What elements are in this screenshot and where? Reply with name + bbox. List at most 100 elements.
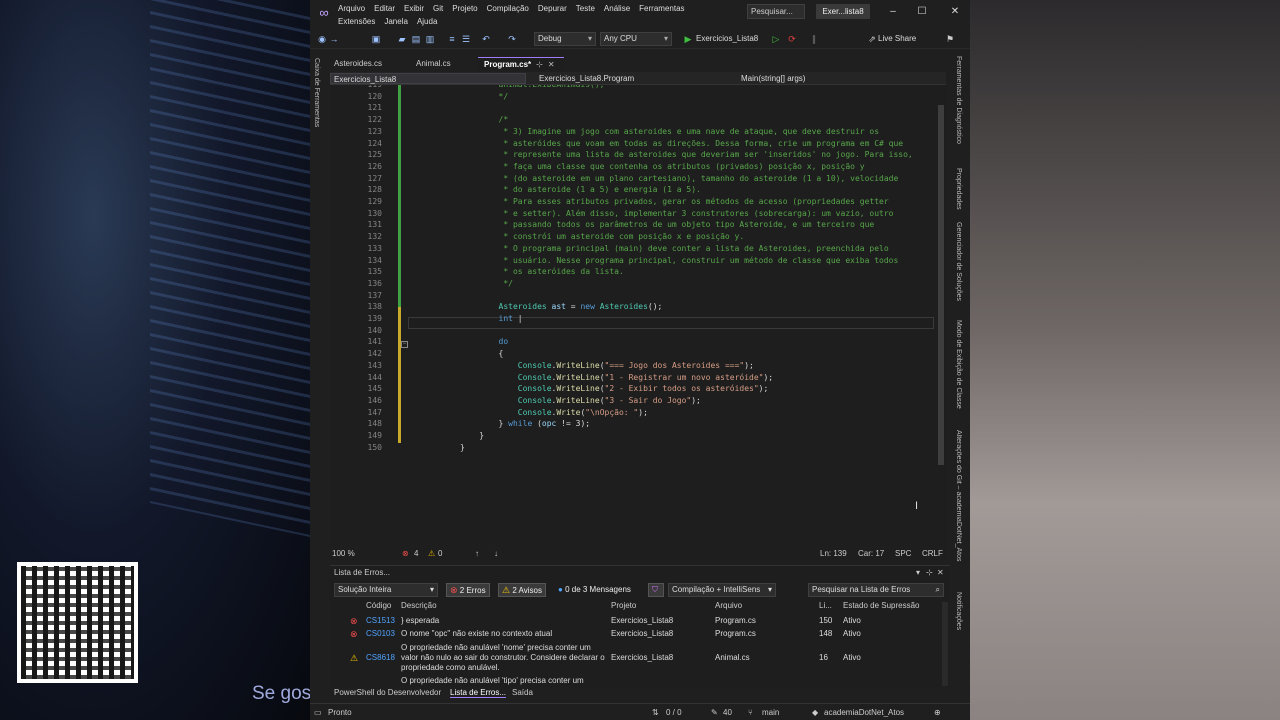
properties-tab[interactable]: Propriedades bbox=[955, 168, 962, 210]
menu-depurar[interactable]: Depurar bbox=[538, 2, 567, 15]
code-text[interactable]: Console.WriteLine("1 - Registrar um novo… bbox=[460, 372, 773, 384]
code-line[interactable]: 149 } bbox=[330, 430, 946, 442]
code-line[interactable]: 135 * os asteróides da lista. bbox=[330, 266, 946, 278]
code-text[interactable]: Console.WriteLine("=== Jogo dos Asteroid… bbox=[460, 360, 754, 372]
code-line[interactable]: 133 * O programa principal (main) deve c… bbox=[330, 243, 946, 255]
code-line[interactable]: 132 * constrói um asteroide com posição … bbox=[330, 231, 946, 243]
table-row[interactable]: ⚠ CS8618 O propriedade não anulável 'nom… bbox=[330, 643, 940, 675]
dropdown-icon[interactable]: ▾ bbox=[916, 568, 920, 577]
code-line[interactable]: 146 Console.WriteLine("3 - Sair do Jogo"… bbox=[330, 395, 946, 407]
zoom-level[interactable]: 100 % bbox=[332, 548, 355, 560]
code-text[interactable]: do bbox=[460, 336, 509, 348]
table-row[interactable]: ⊗ CS0103 O nome "opc" não existe no cont… bbox=[330, 629, 940, 641]
menu-ajuda[interactable]: Ajuda bbox=[417, 15, 437, 28]
start-icon[interactable]: ▶ bbox=[682, 33, 694, 45]
code-text[interactable]: * usuário. Nesse programa principal, con… bbox=[460, 255, 898, 267]
close-tab-icon[interactable]: ✕ bbox=[548, 60, 555, 69]
pin-icon[interactable]: ⊹ bbox=[926, 568, 933, 577]
open-icon[interactable]: ▰ bbox=[396, 33, 408, 45]
branch-name[interactable]: main bbox=[762, 708, 779, 717]
repo-icon[interactable]: ◆ bbox=[812, 708, 818, 717]
code-text[interactable]: Console.WriteLine("2 - Exibir todos os a… bbox=[460, 383, 769, 395]
code-text[interactable]: * passando todos os parâmetros de um obj… bbox=[460, 219, 874, 231]
sync-arrows-icon[interactable]: ⇅ bbox=[652, 708, 659, 717]
menu-analise[interactable]: Análise bbox=[604, 2, 630, 15]
member-dropdown[interactable]: Main(string[] args) bbox=[738, 73, 928, 84]
menu-ferramentas[interactable]: Ferramentas bbox=[639, 2, 684, 15]
code-text[interactable]: */ bbox=[460, 91, 509, 103]
code-line[interactable]: 134 * usuário. Nesse programa principal,… bbox=[330, 255, 946, 267]
warnings-filter-button[interactable]: ⚠ 2 Avisos bbox=[498, 583, 546, 597]
code-line[interactable]: 138 Asteroides ast = new Asteroides(); bbox=[330, 301, 946, 313]
code-text[interactable]: /* bbox=[460, 114, 509, 126]
class-view-tab[interactable]: Modo de Exibição de Classe bbox=[955, 320, 962, 409]
start-without-debug-icon[interactable]: ▷ bbox=[770, 33, 782, 45]
configuration-dropdown[interactable]: Debug ▾ bbox=[534, 32, 596, 46]
code-text[interactable]: } while (opc != 3); bbox=[460, 418, 591, 430]
save-all-icon[interactable]: ▥ bbox=[424, 33, 436, 45]
diagnostic-tools-tab[interactable]: Ferramentas de Diagnóstico bbox=[955, 56, 962, 144]
code-text[interactable]: int | bbox=[460, 313, 523, 325]
live-share-button[interactable]: Live Share bbox=[878, 33, 916, 45]
code-line[interactable]: 142 { bbox=[330, 348, 946, 360]
filter-icon[interactable]: ⛉ bbox=[648, 583, 664, 597]
solution-explorer-tab[interactable]: Gerenciador de Soluções bbox=[955, 222, 962, 301]
code-text[interactable]: */ bbox=[460, 278, 513, 290]
menu-teste[interactable]: Teste bbox=[576, 2, 595, 15]
comment-icon[interactable]: ☰ bbox=[460, 33, 472, 45]
error-code[interactable]: CS0103 bbox=[366, 629, 395, 639]
tab-asteroides[interactable]: Asteroides.cs bbox=[328, 57, 408, 71]
errors-filter-button[interactable]: ⊗ 2 Erros bbox=[446, 583, 490, 597]
menu-extensoes[interactable]: Extensões bbox=[338, 15, 375, 28]
whitespace-mode[interactable]: SPC bbox=[895, 548, 911, 560]
previous-issue-icon[interactable]: ↑ bbox=[475, 548, 479, 560]
col-project[interactable]: Projeto bbox=[611, 601, 636, 610]
code-line[interactable]: 143 Console.WriteLine("=== Jogo dos Aste… bbox=[330, 360, 946, 372]
tab-error-list[interactable]: Lista de Erros... bbox=[450, 688, 507, 698]
menu-arquivo[interactable]: Arquivo bbox=[338, 2, 365, 15]
new-project-icon[interactable]: ▣ bbox=[370, 33, 382, 45]
col-line[interactable]: Li... bbox=[819, 601, 832, 610]
code-line[interactable]: 129 * Para esses atributos privados, ger… bbox=[330, 196, 946, 208]
pin-icon[interactable]: ⊹ bbox=[536, 60, 543, 69]
menu-janela[interactable]: Janela bbox=[384, 15, 408, 28]
col-file[interactable]: Arquivo bbox=[715, 601, 742, 610]
code-editor[interactable]: − 119 animal.ExibeAnimais();120 */121122… bbox=[330, 85, 946, 547]
project-dropdown[interactable]: Exercicios_Lista8 bbox=[330, 73, 526, 84]
code-text[interactable]: } bbox=[460, 442, 465, 454]
branch-icon[interactable]: ⑂ bbox=[748, 708, 753, 717]
code-line[interactable]: 130 * e setter). Além disso, implementar… bbox=[330, 208, 946, 220]
pause-icon[interactable]: ∥ bbox=[808, 33, 820, 45]
back-icon[interactable]: ◉ bbox=[316, 33, 328, 45]
code-line[interactable]: 136 */ bbox=[330, 278, 946, 290]
code-text[interactable]: } bbox=[460, 430, 484, 442]
error-code[interactable]: CS1513 bbox=[366, 616, 395, 626]
menu-exibir[interactable]: Exibir bbox=[404, 2, 424, 15]
save-icon[interactable]: ▤ bbox=[410, 33, 422, 45]
code-line[interactable]: 145 Console.WriteLine("2 - Exibir todos … bbox=[330, 383, 946, 395]
code-text[interactable]: * do asteroide (1 a 5) e energia (1 a 5)… bbox=[460, 184, 700, 196]
redo-icon[interactable]: ↷ bbox=[506, 33, 518, 45]
start-target-label[interactable]: Exercicios_Lista8 bbox=[696, 33, 758, 45]
class-dropdown[interactable]: Exercicios_Lista8.Program bbox=[536, 73, 732, 84]
code-line[interactable]: 122 /* bbox=[330, 114, 946, 126]
search-input[interactable]: Pesquisar... bbox=[747, 4, 805, 19]
col-suppression[interactable]: Estado de Supressão bbox=[843, 601, 920, 610]
code-line[interactable]: 150} bbox=[330, 442, 946, 454]
pending-changes-count[interactable]: 40 bbox=[723, 708, 732, 717]
code-line[interactable]: 148 } while (opc != 3); bbox=[330, 418, 946, 430]
forward-icon[interactable]: → bbox=[328, 33, 340, 45]
code-line[interactable]: 125 * represente uma lista de asteroides… bbox=[330, 149, 946, 161]
sync-count[interactable]: 0 / 0 bbox=[666, 708, 682, 717]
pencil-icon[interactable]: ✎ bbox=[711, 708, 718, 717]
code-line[interactable]: 144 Console.WriteLine("1 - Registrar um … bbox=[330, 372, 946, 384]
tab-animal[interactable]: Animal.cs bbox=[410, 57, 476, 71]
code-text[interactable]: Console.Write("\nOpção: "); bbox=[460, 407, 648, 419]
git-changes-tab[interactable]: Alterações do Git – academiaDotNet_Atos bbox=[955, 430, 962, 585]
notification-bell-icon[interactable]: ⊕ bbox=[934, 708, 941, 717]
toolbox-tab[interactable]: Caixa de Ferramentas bbox=[313, 58, 320, 127]
hot-reload-icon[interactable]: ⟳ bbox=[786, 33, 798, 45]
code-line[interactable]: 120 */ bbox=[330, 91, 946, 103]
editor-vertical-scrollbar[interactable] bbox=[936, 85, 946, 547]
code-text[interactable]: * os asteróides da lista. bbox=[460, 266, 623, 278]
